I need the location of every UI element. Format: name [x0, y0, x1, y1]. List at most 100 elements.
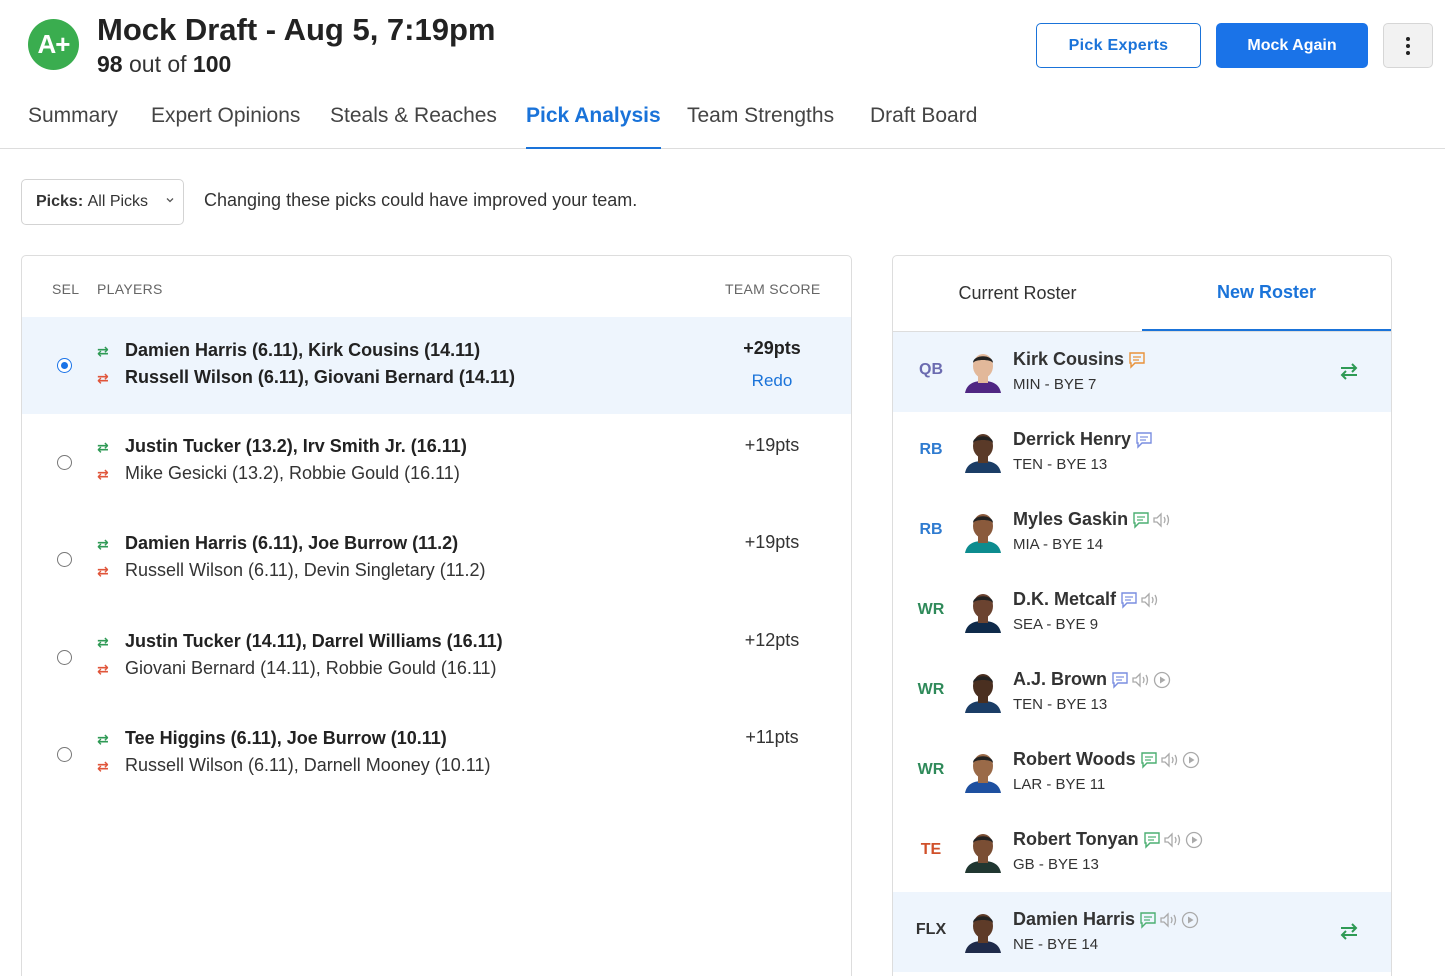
- drop-players-text: Russell Wilson (6.11), Giovani Bernard (…: [125, 367, 515, 387]
- add-players-text: Damien Harris (6.11), Kirk Cousins (14.1…: [125, 340, 481, 360]
- drop-players: ⇄ Mike Gesicki (13.2), Robbie Gould (16.1…: [97, 463, 460, 484]
- player-name[interactable]: A.J. Brown: [1013, 669, 1171, 690]
- player-name-text[interactable]: Damien Harris: [1013, 909, 1135, 930]
- player-name[interactable]: Derrick Henry: [1013, 429, 1153, 450]
- position-label: TE: [920, 841, 942, 858]
- more-options-button[interactable]: [1383, 23, 1433, 68]
- audio-icon[interactable]: [1152, 511, 1172, 529]
- swap-icon[interactable]: [1338, 920, 1360, 947]
- audio-icon[interactable]: [1159, 911, 1179, 929]
- player-team-bye: NE - BYE 14: [1013, 936, 1099, 953]
- tab-draft-board[interactable]: Draft Board: [870, 104, 977, 149]
- player-team-bye: TEN - BYE 13: [1013, 696, 1108, 713]
- audio-icon[interactable]: [1140, 591, 1160, 609]
- row-radio[interactable]: [57, 650, 72, 665]
- player-name[interactable]: Robert Tonyan: [1013, 829, 1203, 850]
- column-header-players: PLAYERS: [97, 281, 163, 297]
- drop-players-text: Russell Wilson (6.11), Darnell Mooney (1…: [125, 755, 491, 775]
- tab-current-roster[interactable]: Current Roster: [893, 256, 1142, 331]
- column-header-team-score: TEAM SCORE: [725, 281, 821, 297]
- mock-again-button[interactable]: Mock Again: [1216, 23, 1368, 68]
- picks-filter-select[interactable]: Picks: All Picks: [21, 179, 184, 225]
- note-icon[interactable]: [1135, 431, 1153, 449]
- tab-new-roster[interactable]: New Roster: [1142, 256, 1391, 331]
- player-name-text[interactable]: Robert Woods: [1013, 749, 1136, 770]
- tab-steals-reaches[interactable]: Steals & Reaches: [330, 104, 497, 149]
- pick-experts-button[interactable]: Pick Experts: [1036, 23, 1201, 68]
- note-icon[interactable]: [1140, 751, 1158, 769]
- player-avatar: [963, 751, 1003, 793]
- row-radio[interactable]: [57, 552, 72, 567]
- player-name-text[interactable]: D.K. Metcalf: [1013, 589, 1116, 610]
- roster-row[interactable]: WR D.K. Metcalf SEA - BYE 9: [893, 572, 1391, 652]
- picks-filter-value: All Picks: [87, 193, 149, 210]
- player-team-bye: SEA - BYE 9: [1013, 616, 1099, 633]
- swap-drop-icon: ⇄: [97, 370, 109, 386]
- column-header-sel: SEL: [52, 281, 80, 297]
- roster-row[interactable]: RB Myles Gaskin MIA - BYE 14: [893, 492, 1391, 572]
- swap-add-icon: ⇄: [97, 343, 109, 359]
- roster-row[interactable]: WR Robert Woods LAR - BYE 11: [893, 732, 1391, 812]
- pick-row[interactable]: ⇄ Damien Harris (6.11), Kirk Cousins (14.…: [22, 317, 851, 414]
- play-icon[interactable]: [1185, 831, 1203, 849]
- roster-row[interactable]: FLX Damien Harris NE - BYE 14: [893, 892, 1391, 972]
- row-radio[interactable]: [57, 747, 72, 762]
- note-icon[interactable]: [1139, 911, 1157, 929]
- score-separator: out of: [122, 51, 193, 77]
- note-icon[interactable]: [1128, 351, 1146, 369]
- tab-pick-analysis[interactable]: Pick Analysis: [526, 104, 661, 149]
- tab-team-strengths[interactable]: Team Strengths: [687, 104, 834, 149]
- tab-summary[interactable]: Summary: [28, 104, 118, 149]
- roster-row[interactable]: WR A.J. Brown TEN - BYE 13: [893, 652, 1391, 732]
- player-team-bye: GB - BYE 13: [1013, 856, 1099, 873]
- player-name-text[interactable]: Myles Gaskin: [1013, 509, 1128, 530]
- player-name-text[interactable]: A.J. Brown: [1013, 669, 1107, 690]
- player-name[interactable]: Myles Gaskin: [1013, 509, 1172, 530]
- play-icon[interactable]: [1182, 751, 1200, 769]
- score-max: 100: [192, 51, 232, 77]
- row-radio-selected[interactable]: [57, 358, 72, 373]
- player-name[interactable]: Robert Woods: [1013, 749, 1200, 770]
- redo-link[interactable]: Redo: [722, 371, 822, 391]
- audio-icon[interactable]: [1131, 671, 1151, 689]
- player-name-text[interactable]: Robert Tonyan: [1013, 829, 1139, 850]
- add-players: ⇄ Tee Higgins (6.11), Joe Burrow (10.11): [97, 728, 447, 749]
- team-score-delta: +19pts: [744, 435, 800, 455]
- note-icon[interactable]: [1132, 511, 1150, 529]
- player-name[interactable]: D.K. Metcalf: [1013, 589, 1160, 610]
- player-news-icons: [1132, 511, 1172, 529]
- note-icon[interactable]: [1120, 591, 1138, 609]
- player-name[interactable]: Kirk Cousins: [1013, 349, 1146, 370]
- note-icon[interactable]: [1111, 671, 1129, 689]
- play-icon[interactable]: [1181, 911, 1199, 929]
- player-name[interactable]: Damien Harris: [1013, 909, 1199, 930]
- note-icon[interactable]: [1143, 831, 1161, 849]
- swap-icon[interactable]: [1338, 360, 1360, 387]
- player-name-text[interactable]: Derrick Henry: [1013, 429, 1131, 450]
- roster-row[interactable]: QB Kirk Cousins MIN - BYE 7: [893, 332, 1391, 412]
- player-avatar: [963, 671, 1003, 713]
- drop-players: ⇄ Russell Wilson (6.11), Giovani Bernard …: [97, 367, 515, 388]
- swap-add-icon: ⇄: [97, 439, 109, 455]
- swap-drop-icon: ⇄: [97, 563, 109, 579]
- roster-row[interactable]: TE Robert Tonyan GB - BYE 13: [893, 812, 1391, 892]
- tab-expert-opinions[interactable]: Expert Opinions: [151, 104, 300, 149]
- pick-row[interactable]: ⇄ Justin Tucker (14.11), Darrel Williams …: [22, 609, 851, 706]
- pick-row[interactable]: ⇄ Justin Tucker (13.2), Irv Smith Jr. (16…: [22, 414, 851, 511]
- roster-row[interactable]: RB Derrick Henry TEN - BYE 13: [893, 412, 1391, 492]
- pick-row[interactable]: ⇄ Tee Higgins (6.11), Joe Burrow (10.11) …: [22, 706, 851, 803]
- player-news-icons: [1143, 831, 1203, 849]
- pick-row[interactable]: ⇄ Damien Harris (6.11), Joe Burrow (11.2)…: [22, 511, 851, 608]
- audio-icon[interactable]: [1163, 831, 1183, 849]
- team-score-delta: +11pts: [745, 727, 799, 747]
- play-icon[interactable]: [1153, 671, 1171, 689]
- row-radio[interactable]: [57, 455, 72, 470]
- page-title: Mock Draft - Aug 5, 7:19pm: [97, 12, 496, 47]
- player-avatar: [963, 591, 1003, 633]
- player-name-text[interactable]: Kirk Cousins: [1013, 349, 1124, 370]
- player-team-bye: MIA - BYE 14: [1013, 536, 1104, 553]
- audio-icon[interactable]: [1160, 751, 1180, 769]
- position-label: RB: [919, 521, 943, 538]
- filter-description: Changing these picks could have improved…: [204, 190, 638, 210]
- add-players-text: Justin Tucker (13.2), Irv Smith Jr. (16.…: [125, 436, 467, 456]
